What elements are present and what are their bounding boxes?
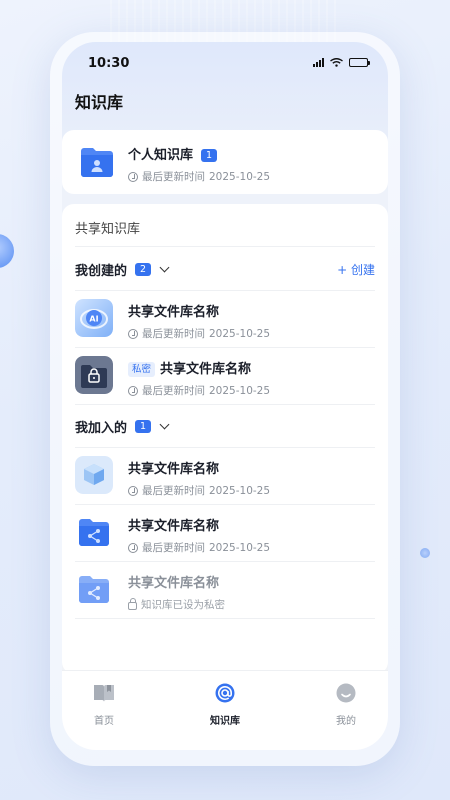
created-count-badge: 2 (135, 263, 152, 276)
svg-text:AI: AI (89, 315, 98, 324)
personal-kb-title: 个人知识库 1 (128, 144, 270, 163)
shared-kb-card: 共享知识库 我创建的 2 + 创建 AI 共享文件库名称 最后更新时间 2025… (62, 204, 388, 674)
personal-folder-icon (81, 148, 113, 177)
private-tag: 私密 (128, 362, 156, 377)
kb-list-item[interactable]: AI 共享文件库名称 最后更新时间 2025-10-25 (62, 291, 388, 347)
meta-date: 2025-10-25 (209, 541, 271, 554)
battery-icon (349, 58, 370, 67)
kb-item-title: 共享文件库名称 (128, 305, 220, 320)
kb-item-meta: 最后更新时间 2025-10-25 (128, 540, 270, 555)
meta-date: 2025-10-25 (209, 327, 271, 340)
smile-icon (336, 683, 356, 703)
divider (75, 404, 375, 405)
book-icon (94, 685, 114, 702)
lock-icon (128, 598, 137, 610)
chevron-down-icon (159, 419, 170, 430)
clock-icon (128, 171, 138, 182)
ai-icon: AI (75, 299, 113, 337)
status-bar: 10:30 (62, 42, 388, 82)
page-title: 知识库 (75, 93, 124, 112)
kb-item-name: 共享文件库名称 (160, 362, 252, 377)
kb-list-item[interactable]: 私密 共享文件库名称 最后更新时间 2025-10-25 (62, 348, 388, 404)
meta-label: 最后更新时间 (142, 171, 205, 183)
joined-section-label: 我加入的 (75, 421, 128, 436)
clock-icon (128, 485, 138, 496)
kb-item-title: 共享文件库名称 (128, 576, 220, 591)
chevron-down-icon (159, 262, 170, 273)
kb-item-meta: 最后更新时间 2025-10-25 (128, 483, 270, 498)
decor-orb (0, 234, 14, 268)
tab-label: 知识库 (210, 716, 240, 727)
created-section-label: 我创建的 (75, 264, 128, 279)
kb-item-title: 共享文件库名称 (128, 462, 220, 477)
meta-label: 最后更新时间 (142, 385, 205, 397)
meta-text: 知识库已设为私密 (141, 599, 225, 611)
signal-icon (313, 58, 324, 67)
wifi-icon (330, 58, 343, 67)
shared-kb-heading: 共享知识库 (75, 222, 141, 237)
clock-icon (128, 542, 138, 553)
meta-label: 最后更新时间 (142, 328, 205, 340)
kb-list-item[interactable]: 共享文件库名称 最后更新时间 2025-10-25 (62, 505, 388, 561)
meta-date: 2025-10-25 (209, 384, 271, 397)
meta-date: 2025-10-25 (209, 484, 271, 497)
meta-date: 2025-10-25 (209, 170, 271, 183)
decor-dot (420, 548, 430, 558)
personal-kb-name: 个人知识库 (128, 148, 194, 163)
tab-profile[interactable]: 我的 (306, 683, 386, 727)
meta-label: 最后更新时间 (142, 485, 205, 497)
tab-knowledge[interactable]: 知识库 (185, 683, 265, 727)
divider (75, 246, 375, 247)
app-screen: 10:30 知识库 个人知识库 1 最后更新时间 2025-10-25 共享知识… (62, 42, 388, 750)
kb-item-title: 私密 共享文件库名称 (128, 358, 270, 377)
lock-folder-icon (75, 356, 113, 394)
tab-home[interactable]: 首页 (64, 683, 144, 727)
divider (75, 618, 375, 619)
kb-list-item[interactable]: 共享文件库名称 最后更新时间 2025-10-25 (62, 448, 388, 504)
meta-label: 最后更新时间 (142, 542, 205, 554)
joined-section-toggle[interactable]: 我加入的 1 (75, 417, 170, 436)
status-icons (313, 58, 370, 67)
kb-item-meta: 最后更新时间 2025-10-25 (128, 326, 270, 341)
count-badge: 1 (201, 149, 218, 162)
tab-label: 首页 (94, 716, 114, 727)
cube-icon (75, 456, 113, 494)
created-section-toggle[interactable]: 我创建的 2 (75, 260, 170, 279)
shared-folder-icon (79, 519, 109, 546)
personal-kb-meta: 最后更新时间 2025-10-25 (128, 169, 270, 184)
clock-icon (128, 385, 138, 396)
kb-item-meta: 知识库已设为私密 (128, 597, 225, 612)
create-button[interactable]: + 创建 (337, 261, 375, 278)
joined-count-badge: 1 (135, 420, 152, 433)
tab-label: 我的 (336, 716, 356, 727)
clock-icon (128, 328, 138, 339)
kb-item-meta: 最后更新时间 2025-10-25 (128, 383, 270, 398)
personal-kb-card[interactable]: 个人知识库 1 最后更新时间 2025-10-25 (62, 130, 388, 194)
shared-folder-icon (79, 576, 109, 603)
status-time: 10:30 (88, 56, 130, 71)
kb-item-title: 共享文件库名称 (128, 519, 220, 534)
at-icon (215, 683, 235, 703)
kb-list-item[interactable]: 共享文件库名称 知识库已设为私密 (62, 562, 388, 618)
tab-bar: 首页 知识库 我的 (62, 670, 388, 750)
